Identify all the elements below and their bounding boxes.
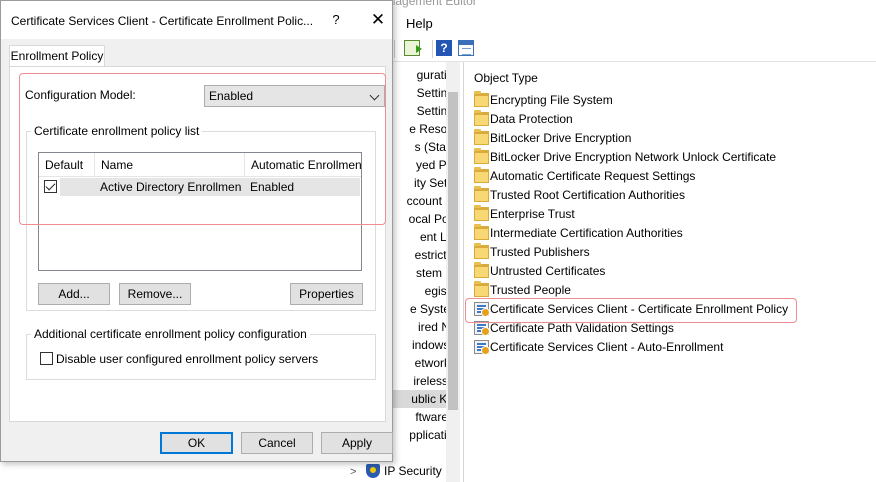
cancel-button[interactable]: Cancel bbox=[241, 432, 313, 454]
show-action-pane-icon[interactable] bbox=[458, 40, 474, 56]
list-item-label: BitLocker Drive Encryption bbox=[490, 131, 632, 145]
list-item-label: Untrusted Certificates bbox=[490, 264, 606, 278]
folder-icon bbox=[474, 281, 489, 297]
help-button[interactable]: ? bbox=[329, 12, 343, 27]
folder-icon bbox=[474, 129, 489, 145]
tree-item-ip-security[interactable]: > IP Security bbox=[350, 462, 442, 480]
folder-icon bbox=[474, 167, 489, 183]
properties-button[interactable]: Properties bbox=[290, 283, 363, 305]
list-item-label: Encrypting File System bbox=[490, 93, 613, 107]
folder-icon bbox=[474, 91, 489, 107]
toolbar: ? bbox=[390, 36, 876, 62]
folder-icon bbox=[474, 205, 489, 221]
folder-icon bbox=[474, 186, 489, 202]
list-item-label: Automatic Certificate Request Settings bbox=[490, 169, 696, 183]
folder-icon bbox=[474, 110, 489, 126]
list-item-label: Intermediate Certification Authorities bbox=[490, 226, 683, 240]
folder-icon bbox=[474, 262, 489, 278]
ok-button[interactable]: OK bbox=[160, 432, 233, 454]
column-header-object-type[interactable]: Object Type bbox=[474, 71, 538, 85]
highlight-annotation bbox=[465, 298, 797, 323]
disable-servers-checkbox[interactable] bbox=[40, 352, 53, 365]
menu-bar: Help bbox=[390, 8, 876, 36]
export-list-icon[interactable] bbox=[404, 40, 422, 56]
folder-icon bbox=[474, 243, 489, 259]
list-item-label: BitLocker Drive Encryption Network Unloc… bbox=[490, 150, 777, 164]
details-pane: Object Type Encrypting File System Data P… bbox=[464, 62, 876, 482]
list-item-label: Enterprise Trust bbox=[490, 207, 575, 221]
toolbar-separator bbox=[394, 40, 395, 58]
close-icon[interactable]: ✕ bbox=[363, 6, 393, 34]
menu-help[interactable]: Help bbox=[406, 16, 433, 31]
list-item-label: Certificate Services Client - Auto-Enrol… bbox=[490, 340, 724, 354]
dialog-title-bar[interactable]: Certificate Services Client - Certificat… bbox=[1, 1, 392, 39]
list-item-label: Trusted Publishers bbox=[490, 245, 590, 259]
policy-icon bbox=[474, 340, 490, 355]
policy-icon bbox=[474, 321, 490, 336]
toolbar-separator bbox=[432, 40, 433, 58]
tree-scrollbar[interactable] bbox=[446, 62, 460, 482]
help-icon[interactable]: ? bbox=[436, 40, 452, 56]
tree-item-label: IP Security bbox=[384, 464, 442, 478]
chevron-right-icon[interactable]: > bbox=[350, 463, 360, 481]
tab-enrollment-policy[interactable]: Enrollment Policy bbox=[9, 45, 105, 67]
folder-icon bbox=[474, 148, 489, 164]
add-button[interactable]: Add... bbox=[38, 283, 110, 305]
remove-button[interactable]: Remove... bbox=[119, 283, 191, 305]
additional-config-label: Additional certificate enrollment policy… bbox=[31, 327, 310, 341]
apply-button[interactable]: Apply bbox=[321, 432, 393, 454]
enrollment-policy-dialog: Certificate Services Client - Certificat… bbox=[0, 0, 393, 462]
list-item-label: Trusted Root Certification Authorities bbox=[490, 188, 685, 202]
highlight-annotation bbox=[19, 73, 386, 225]
dialog-title: Certificate Services Client - Certificat… bbox=[11, 14, 314, 28]
tree-scrollbar-thumb[interactable] bbox=[448, 92, 458, 410]
shield-icon bbox=[366, 464, 380, 478]
folder-icon bbox=[474, 224, 489, 240]
disable-servers-label[interactable]: Disable user configured enrollment polic… bbox=[56, 352, 318, 366]
list-item-label: Data Protection bbox=[490, 112, 573, 126]
